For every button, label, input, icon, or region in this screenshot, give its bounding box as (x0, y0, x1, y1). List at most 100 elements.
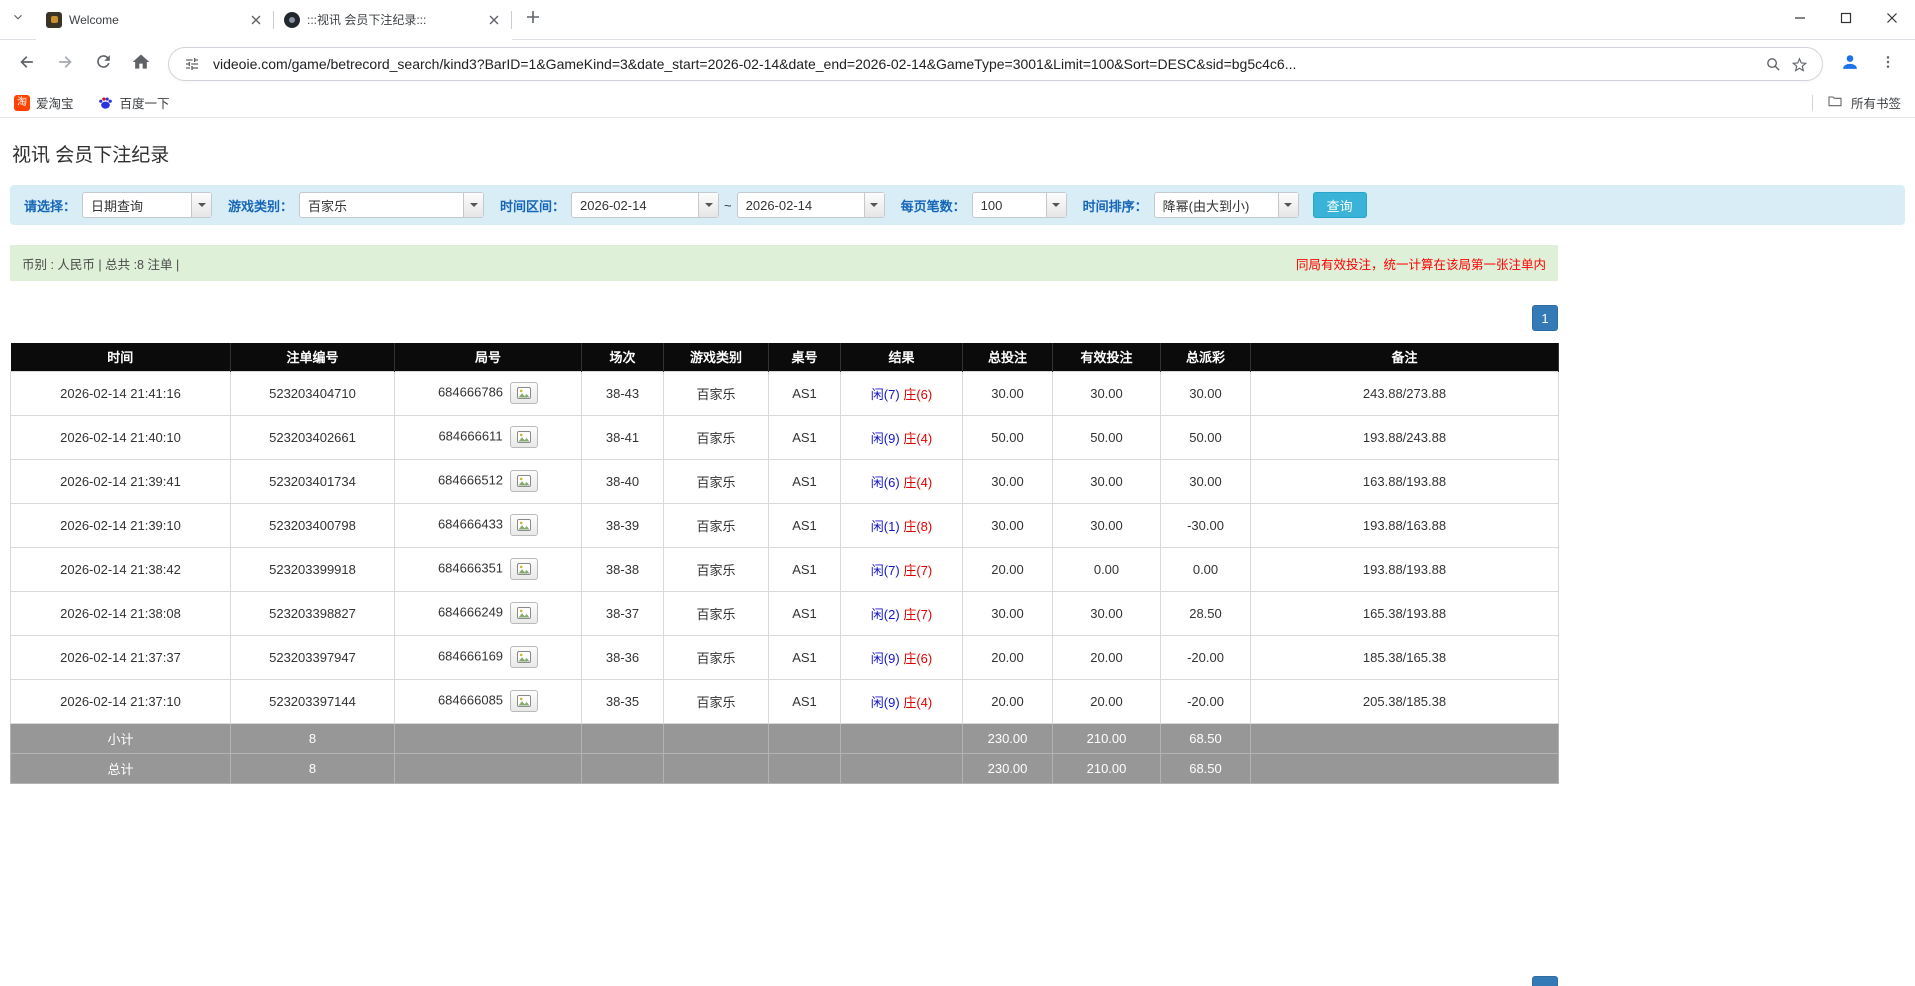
close-tab-icon[interactable] (247, 11, 264, 28)
filter-game-label: 游戏类别： (228, 196, 293, 215)
filter-date-end-select[interactable]: 2026-02-14 (737, 192, 885, 218)
chevron-down-icon[interactable] (1278, 193, 1298, 217)
cell-total-bet[interactable]: 30.00 (963, 591, 1053, 635)
reload-button[interactable] (84, 45, 122, 83)
cell-bet-id: 523203402661 (231, 415, 395, 459)
filter-range-label: 时间区间： (500, 196, 565, 215)
tab-betrecord[interactable]: :::视讯 会员下注纪录::: (274, 0, 512, 40)
summary-bar: 币别 : 人民币 | 总共 :8 注单 | 同局有效投注，统一计算在该局第一张注… (10, 245, 1558, 281)
summary-count: 8 (231, 753, 395, 783)
summary-empty-cell (582, 753, 664, 783)
site-settings-icon[interactable] (179, 51, 205, 77)
cell-table-no: AS1 (769, 635, 841, 679)
cell-time: 2026-02-14 21:39:41 (11, 459, 231, 503)
filter-sort-select[interactable]: 降幂(由大到小) (1154, 192, 1299, 218)
page-1-button[interactable]: 1 (1532, 305, 1558, 331)
tab-welcome[interactable]: Welcome (36, 0, 274, 40)
address-bar[interactable]: videoie.com/game/betrecord_search/kind3?… (168, 47, 1823, 81)
home-button[interactable] (122, 45, 160, 83)
chevron-down-icon[interactable] (463, 193, 483, 217)
round-result-image-button[interactable] (510, 646, 538, 668)
table-row: 2026-02-14 21:39:10523203400798684666433… (11, 503, 1559, 547)
summary-valid-bet: 210.00 (1053, 753, 1161, 783)
cell-valid-bet: 0.00 (1053, 547, 1161, 591)
cell-table-no: AS1 (769, 415, 841, 459)
close-icon (1886, 11, 1898, 29)
chevron-down-icon[interactable] (1046, 193, 1066, 217)
table-row: 2026-02-14 21:38:08523203398827684666249… (11, 591, 1559, 635)
result-player: 闲(1) (871, 519, 900, 534)
cell-time: 2026-02-14 21:40:10 (11, 415, 231, 459)
folder-icon (1827, 93, 1843, 112)
summary-valid-bet: 210.00 (1053, 723, 1161, 753)
cell-result: 闲(2) 庄(7) (841, 591, 963, 635)
cell-bet-id: 523203399918 (231, 547, 395, 591)
browser-menu-button[interactable] (1869, 45, 1907, 83)
round-result-image-button[interactable] (510, 382, 538, 404)
filter-date-start-select[interactable]: 2026-02-14 (571, 192, 719, 218)
chevron-down-icon[interactable] (191, 193, 211, 217)
cell-total-bet[interactable]: 20.00 (963, 635, 1053, 679)
round-result-image-button[interactable] (510, 514, 538, 536)
close-window-button[interactable] (1869, 0, 1915, 40)
round-result-image-button[interactable] (510, 602, 538, 624)
cell-note: 185.38/165.38 (1251, 635, 1559, 679)
result-banker: 庄(4) (903, 475, 932, 490)
cell-table-no: AS1 (769, 679, 841, 723)
home-icon (131, 52, 151, 77)
round-result-image-button[interactable] (510, 426, 538, 448)
round-result-image-button[interactable] (510, 558, 538, 580)
cell-time: 2026-02-14 21:38:08 (11, 591, 231, 635)
column-header: 结果 (841, 343, 963, 371)
url-text[interactable]: videoie.com/game/betrecord_search/kind3?… (213, 56, 1752, 72)
cell-bet-id: 523203404710 (231, 371, 395, 415)
minimize-button[interactable] (1777, 0, 1823, 40)
pagination-bottom-button[interactable] (1532, 976, 1558, 986)
back-button[interactable] (8, 45, 46, 83)
column-header: 桌号 (769, 343, 841, 371)
new-tab-button[interactable] (518, 5, 548, 35)
round-result-image-button[interactable] (510, 470, 538, 492)
chevron-down-icon[interactable] (864, 193, 884, 217)
filter-mode-label: 请选择： (24, 196, 76, 215)
all-bookmarks-label: 所有书签 (1851, 93, 1901, 112)
forward-button[interactable] (46, 45, 84, 83)
picture-icon (517, 607, 531, 619)
cell-total-bet[interactable]: 20.00 (963, 679, 1053, 723)
browser-toolbar: videoie.com/game/betrecord_search/kind3?… (0, 40, 1915, 88)
cell-total-bet[interactable]: 30.00 (963, 371, 1053, 415)
filter-per-page-select[interactable]: 100 (972, 192, 1067, 218)
summary-text: 币别 : 人民币 | 总共 :8 注单 | (22, 254, 179, 273)
cell-session: 38-40 (582, 459, 664, 503)
filter-game-select[interactable]: 百家乐 (299, 192, 484, 218)
cell-total-bet[interactable]: 30.00 (963, 503, 1053, 547)
close-tab-icon[interactable] (485, 11, 502, 28)
cell-valid-bet: 50.00 (1053, 415, 1161, 459)
tab-search-button[interactable] (0, 0, 36, 40)
bet-table-header-row: 时间注单编号局号场次游戏类别桌号结果总投注有效投注总派彩备注 (11, 343, 1559, 371)
round-result-image-button[interactable] (510, 690, 538, 712)
cell-total-bet[interactable]: 50.00 (963, 415, 1053, 459)
filter-mode-select[interactable]: 日期查询 (82, 192, 212, 218)
chevron-down-icon[interactable] (698, 193, 718, 217)
bookmark-star-icon[interactable] (1786, 51, 1812, 77)
picture-icon (517, 387, 531, 399)
summary-empty-cell (841, 723, 963, 753)
cell-total-bet[interactable]: 30.00 (963, 459, 1053, 503)
cell-total-bet[interactable]: 20.00 (963, 547, 1053, 591)
column-header: 游戏类别 (664, 343, 769, 371)
search-button[interactable]: 查询 (1313, 192, 1367, 218)
cell-payout: -20.00 (1161, 679, 1251, 723)
cell-game-type: 百家乐 (664, 635, 769, 679)
bookmark-aitaobao[interactable]: 淘 爱淘宝 (14, 93, 74, 112)
plus-icon (526, 10, 540, 29)
profile-button[interactable] (1831, 45, 1869, 83)
bookmark-baidu[interactable]: 百度一下 (98, 93, 170, 112)
filter-game-value: 百家乐 (300, 193, 463, 217)
all-bookmarks-button[interactable]: 所有书签 (1812, 93, 1901, 112)
chevron-down-icon (11, 10, 25, 29)
sort-value: 降幂(由大到小) (1155, 193, 1278, 217)
zoom-icon[interactable] (1760, 51, 1786, 77)
maximize-button[interactable] (1823, 0, 1869, 40)
filter-per-page-label: 每页笔数： (901, 196, 966, 215)
